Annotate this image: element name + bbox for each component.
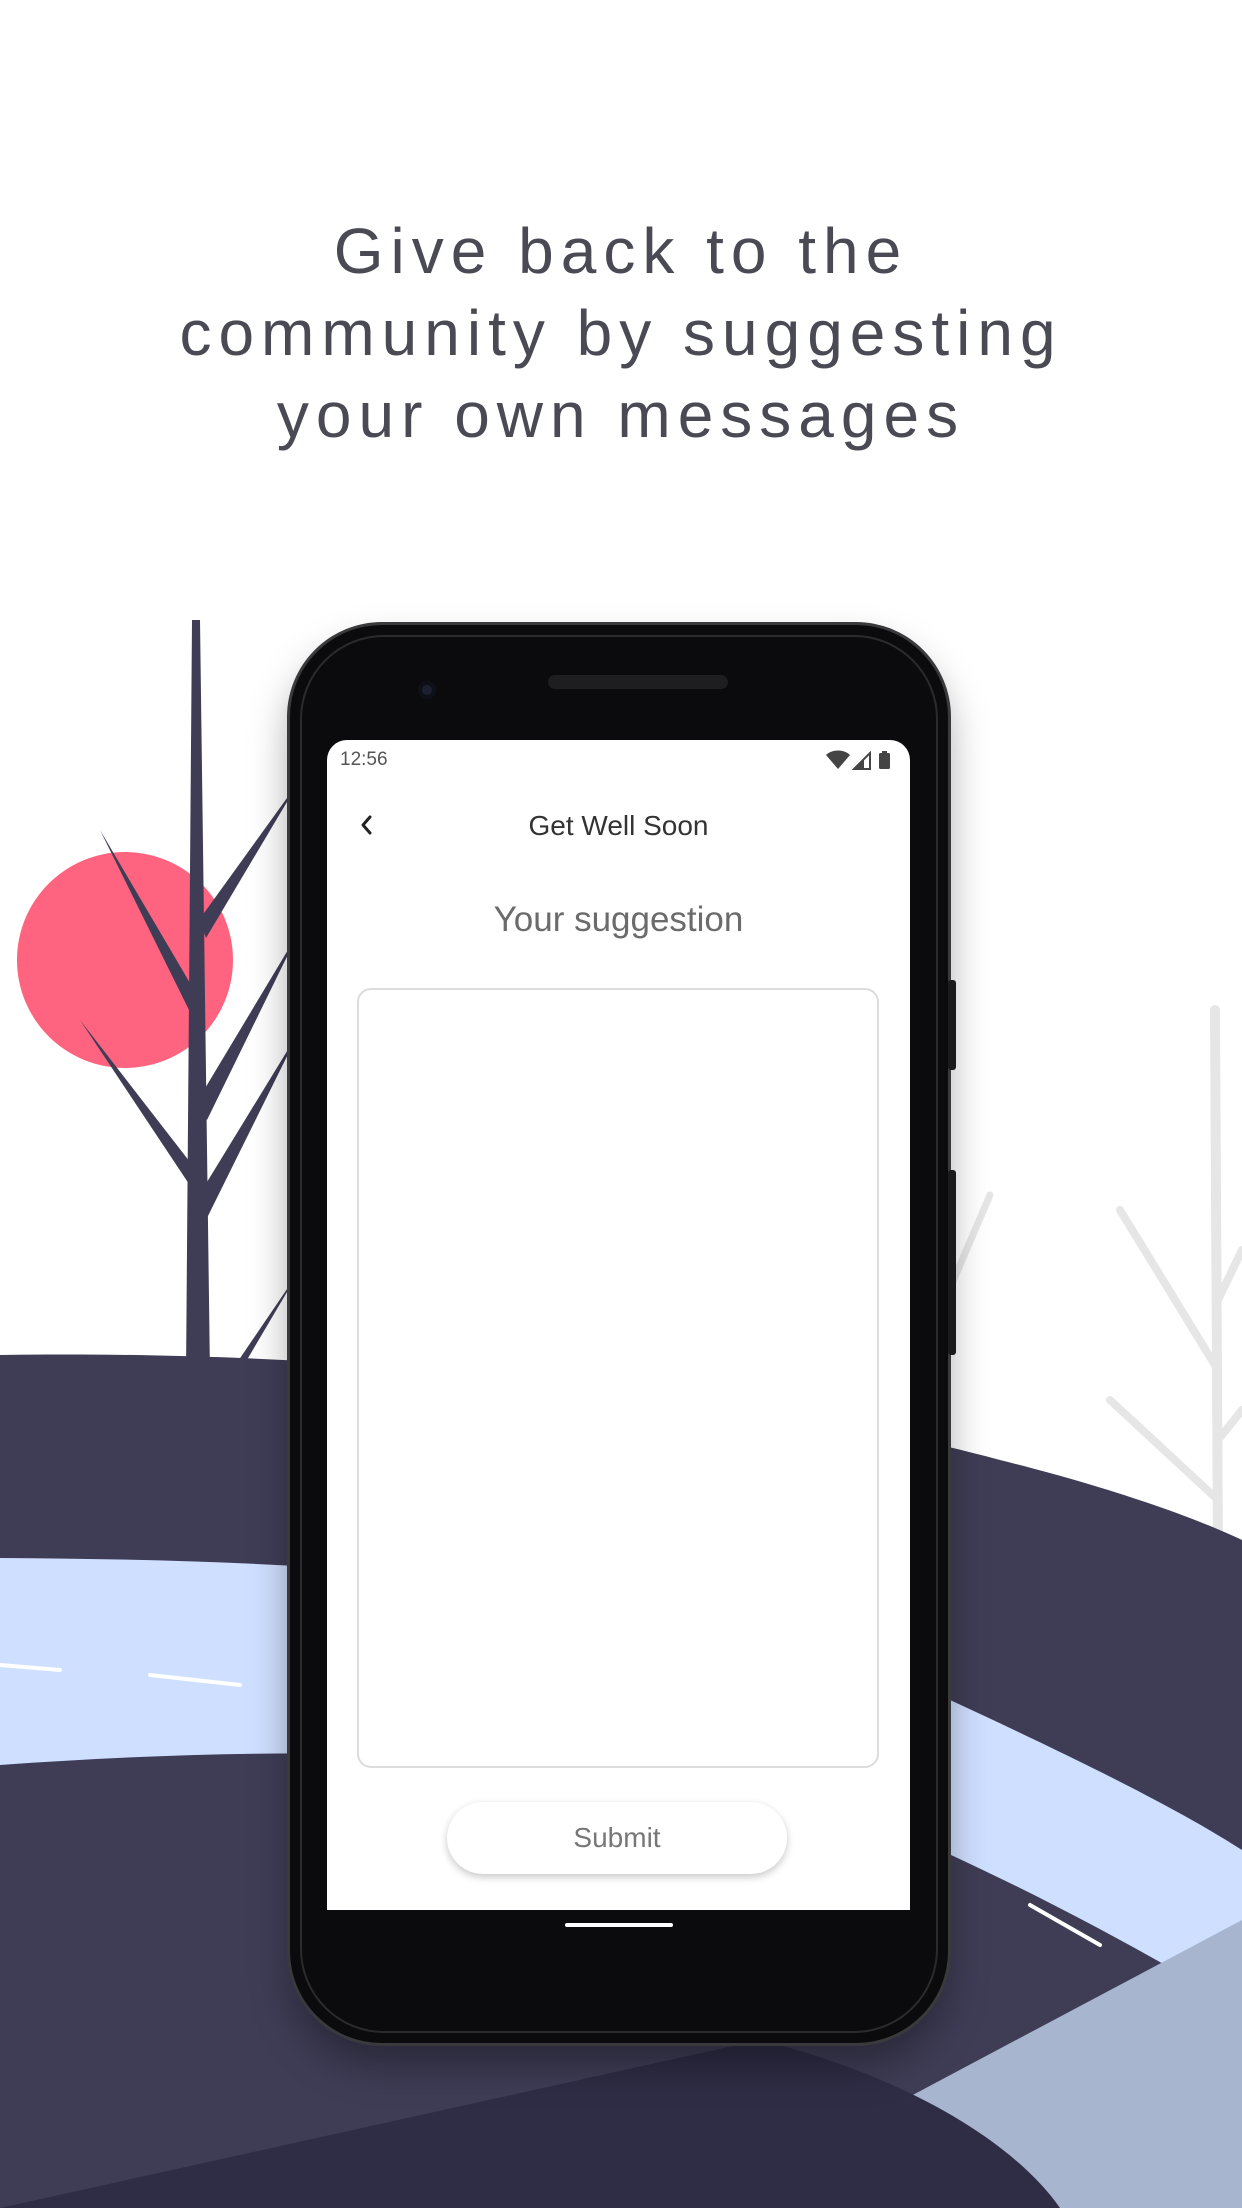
signal-icon — [851, 750, 871, 770]
volume-button — [948, 1170, 956, 1355]
headline-line-1: Give back to the — [333, 215, 909, 287]
home-gesture-bar[interactable] — [565, 1923, 673, 1927]
suggestion-input[interactable] — [357, 988, 879, 1768]
status-time: 12:56 — [340, 749, 388, 770]
phone-mockup: 12:56 Get Well Soon Your suggestion Subm… — [290, 625, 956, 2043]
power-button — [948, 980, 956, 1070]
status-bar: 12:56 — [327, 740, 910, 780]
front-camera — [418, 681, 436, 699]
phone-screen: 12:56 Get Well Soon Your suggestion Subm… — [327, 740, 910, 1910]
status-icons — [826, 750, 890, 770]
headline-line-2: community by suggesting — [179, 297, 1063, 369]
headline-line-3: your own messages — [276, 379, 966, 451]
suggestion-label: Your suggestion — [493, 900, 744, 939]
battery-icon — [879, 751, 890, 769]
submit-button[interactable]: Submit — [447, 1802, 787, 1874]
earpiece-speaker — [548, 675, 728, 689]
app-bar: Get Well Soon — [327, 780, 910, 870]
page-title: Get Well Soon — [528, 810, 709, 841]
headline: Give back to the community by suggesting… — [0, 210, 1242, 456]
wifi-icon — [826, 750, 850, 769]
